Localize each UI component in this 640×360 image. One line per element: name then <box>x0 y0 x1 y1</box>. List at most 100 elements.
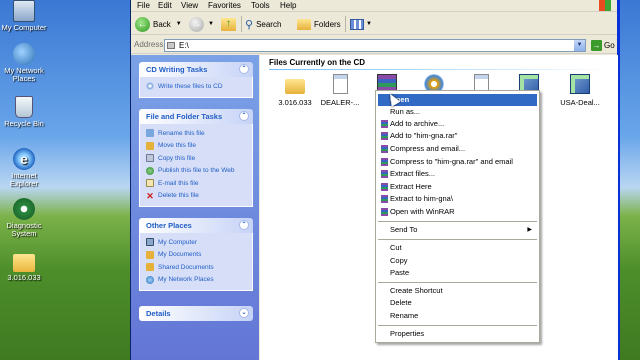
menu-item-compress-to-email[interactable]: Compress to "him-gna.rar" and email <box>378 156 537 168</box>
task-label: Move this file <box>158 142 196 150</box>
menu-help[interactable]: Help <box>280 1 296 10</box>
panel-header[interactable]: Other Places ⌃ <box>139 218 253 233</box>
desktop-icon-label: Diagnostic System <box>6 221 42 239</box>
task-label: Copy this file <box>158 154 196 162</box>
address-bar: Address E:\ ▼ → Go <box>131 36 617 54</box>
menu-view[interactable]: View <box>181 1 198 10</box>
menu-item-delete[interactable]: Delete <box>378 297 537 309</box>
menu-item-label: Compress and email... <box>390 144 466 153</box>
menu-item-label: Compress to "him-gna.rar" and email <box>390 157 513 166</box>
chevron-down-icon[interactable]: ▼ <box>574 40 585 51</box>
search-label: Search <box>256 19 282 29</box>
menu-item-label: Add to "him-gna.rar" <box>390 131 458 140</box>
collapse-chevron-icon[interactable]: ⌃ <box>239 111 249 121</box>
email-icon <box>146 179 154 188</box>
desktop-icon-diagnostic[interactable]: Diagnostic System <box>0 198 48 239</box>
file-item[interactable]: 3.016.033 <box>270 74 320 107</box>
expand-chevron-icon[interactable]: ⌄ <box>239 308 249 318</box>
menu-item-compress-email[interactable]: Compress and email... <box>378 143 537 155</box>
task-label: My Network Places <box>158 276 214 284</box>
task-rename-file[interactable]: Rename this file <box>140 127 252 140</box>
panel-title: Other Places <box>146 221 192 230</box>
cd-icon <box>146 82 154 91</box>
task-label: Rename this file <box>158 129 205 137</box>
chevron-down-icon[interactable]: ▼ <box>208 21 214 27</box>
menu-item-open[interactable]: Open <box>378 94 537 106</box>
forward-arrow-icon: → <box>189 16 204 32</box>
panel-header[interactable]: File and Folder Tasks ⌃ <box>139 109 253 124</box>
desktop-icon-internet-explorer[interactable]: e Internet Explorer <box>0 148 48 189</box>
file-item[interactable]: DEALER-... <box>315 74 365 107</box>
folders-button[interactable]: Folders <box>297 16 341 32</box>
menu-item-extract-to[interactable]: Extract to him-gna\ <box>378 193 537 205</box>
folders-icon <box>297 18 311 30</box>
desktop-icon-folder[interactable]: 3.016.033 <box>0 250 48 282</box>
file-name: USA-Deal... <box>560 98 600 107</box>
task-publish-web[interactable]: Publish this file to the Web <box>140 165 252 178</box>
task-move-file[interactable]: Move this file <box>140 140 252 153</box>
task-email-file[interactable]: E-mail this file <box>140 177 252 190</box>
task-delete-file[interactable]: ✕ Delete this file <box>140 190 252 203</box>
menu-item-copy[interactable]: Copy <box>378 255 537 267</box>
place-network-places[interactable]: My Network Places <box>140 274 252 287</box>
forward-button[interactable]: → ▼ <box>189 16 214 32</box>
menu-favorites[interactable]: Favorites <box>208 1 241 10</box>
menu-item-rename[interactable]: Rename <box>378 310 537 322</box>
go-button[interactable]: → Go <box>591 39 615 52</box>
menu-item-send-to[interactable]: Send To ▶ <box>378 224 537 236</box>
place-my-computer[interactable]: My Computer <box>140 236 252 249</box>
back-button[interactable]: ← Back ▼ <box>135 16 182 32</box>
search-icon: ⚲ <box>245 18 254 31</box>
views-button[interactable]: ▼ <box>350 16 372 32</box>
menu-item-create-shortcut[interactable]: Create Shortcut <box>378 285 537 297</box>
winrar-icon <box>381 120 388 128</box>
my-computer-icon <box>146 238 154 247</box>
task-label: Delete this file <box>158 192 199 200</box>
task-write-to-cd[interactable]: Write these files to CD <box>140 80 252 93</box>
address-field[interactable]: E:\ ▼ <box>164 39 586 52</box>
up-folder-button[interactable]: ↑ <box>221 16 236 32</box>
winrar-icon <box>381 132 388 140</box>
menu-item-label: Send To <box>390 225 418 234</box>
views-icon <box>350 18 364 30</box>
menu-item-add-to-archive[interactable]: Add to archive... <box>378 118 537 130</box>
menu-item-cut[interactable]: Cut <box>378 242 537 254</box>
menu-edit[interactable]: Edit <box>158 1 172 10</box>
winrar-icon <box>381 170 388 178</box>
desktop-icon-recycle-bin[interactable]: Recycle Bin <box>0 96 48 128</box>
panel-header[interactable]: Details ⌄ <box>139 306 253 321</box>
panel-title: File and Folder Tasks <box>146 112 223 121</box>
menu-item-properties[interactable]: Properties <box>378 328 537 340</box>
chevron-down-icon[interactable]: ▼ <box>176 21 182 27</box>
place-shared-documents[interactable]: Shared Documents <box>140 261 252 274</box>
folder-icon <box>13 254 35 272</box>
place-my-documents[interactable]: My Documents <box>140 249 252 262</box>
menu-item-add-to-rar[interactable]: Add to "him-gna.rar" <box>378 130 537 142</box>
menu-item-open-with-winrar[interactable]: Open with WinRAR <box>378 206 537 218</box>
task-copy-file[interactable]: Copy this file <box>140 152 252 165</box>
collapse-chevron-icon[interactable]: ⌃ <box>239 220 249 230</box>
submenu-arrow-icon: ▶ <box>527 227 532 233</box>
menu-tools[interactable]: Tools <box>251 1 270 10</box>
desktop-icon-my-computer[interactable]: My Computer <box>0 0 48 32</box>
chevron-down-icon: ▼ <box>366 21 372 27</box>
diagnostic-icon <box>13 198 35 220</box>
menu-file[interactable]: File <box>137 1 150 10</box>
task-label: My Documents <box>158 251 202 259</box>
panel-header[interactable]: CD Writing Tasks ⌃ <box>139 62 253 77</box>
menu-item-label: Extract files... <box>390 169 436 178</box>
copy-icon <box>146 154 154 163</box>
menu-item-run-as[interactable]: Run as... <box>378 106 537 118</box>
menu-item-paste[interactable]: Paste <box>378 267 537 279</box>
toolbar: ← Back ▼ → ▼ ↑ ⚲ Search Folders ▼ <box>131 13 617 35</box>
globe-icon <box>146 166 154 175</box>
menu-item-extract-files[interactable]: Extract files... <box>378 168 537 180</box>
go-label: Go <box>604 41 615 50</box>
desktop-icon-network-places[interactable]: My Network Places <box>0 43 48 84</box>
address-label: Address <box>134 40 164 49</box>
search-button[interactable]: ⚲ Search <box>245 16 281 32</box>
desktop-icon-label: My Network Places <box>4 66 44 84</box>
file-item[interactable]: USA-Deal... <box>555 74 605 107</box>
collapse-chevron-icon[interactable]: ⌃ <box>239 64 249 74</box>
menu-item-extract-here[interactable]: Extract Here <box>378 181 537 193</box>
